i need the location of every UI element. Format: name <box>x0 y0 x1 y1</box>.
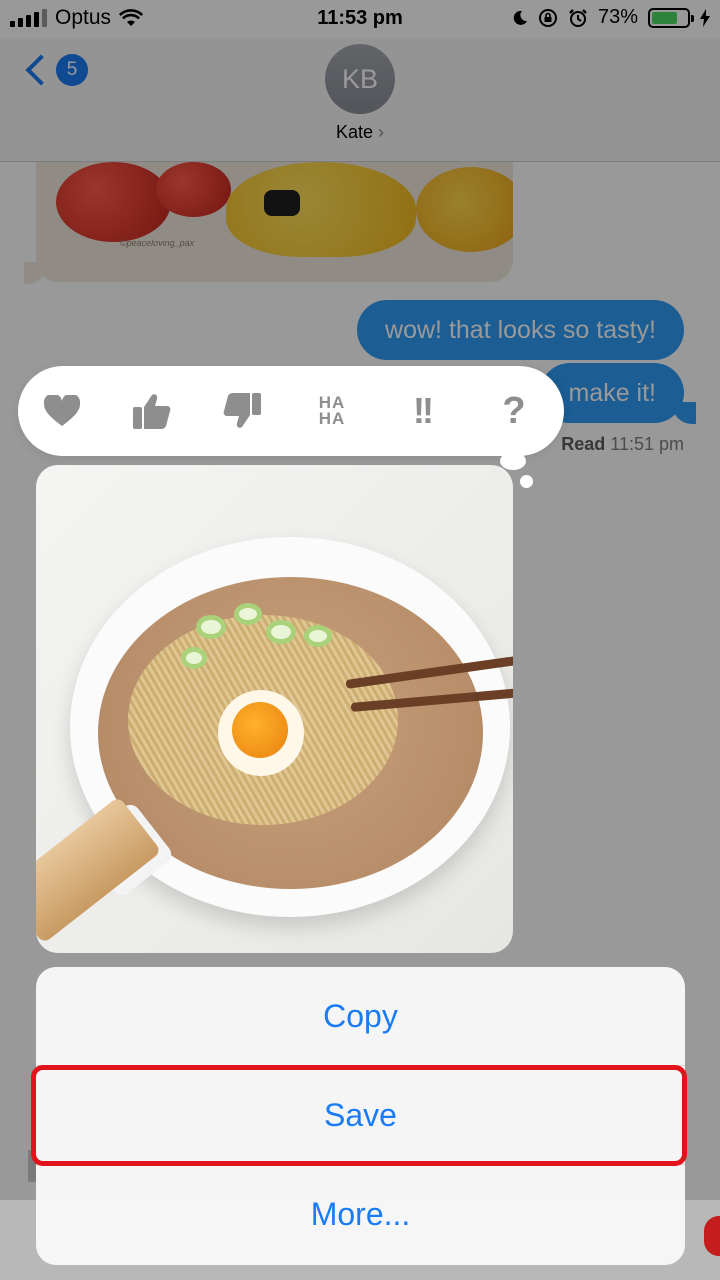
app-button-peek <box>704 1216 720 1256</box>
question-icon: ? <box>502 389 526 432</box>
thumbs-down-icon <box>223 393 261 428</box>
heart-icon <box>44 395 80 426</box>
scallion-shape <box>181 647 207 669</box>
scallion-shape <box>266 620 296 644</box>
thumbs-up-icon <box>133 394 171 429</box>
reaction-question[interactable]: ? <box>484 366 544 456</box>
reaction-heart[interactable] <box>32 366 92 456</box>
tapback-dot <box>500 452 526 470</box>
more-button[interactable]: More... <box>36 1165 685 1264</box>
camera-button-peek <box>28 1150 36 1182</box>
action-menu: Copy Save More... <box>36 967 685 1265</box>
exclamation-icon: !! <box>413 390 434 431</box>
messages-screen: Optus 11:53 pm 73% 5 KB Kate › ©peacelov… <box>0 0 720 1280</box>
scallion-shape <box>304 625 332 647</box>
yolk-shape <box>232 702 288 758</box>
selected-photo-ramen[interactable] <box>36 465 513 953</box>
save-button[interactable]: Save <box>36 1066 685 1165</box>
tapback-dot <box>520 475 533 488</box>
reaction-thumbs-up[interactable] <box>122 366 182 456</box>
egg-shape <box>218 690 304 776</box>
scallion-shape <box>196 615 226 639</box>
tapback-bar: HA HA !! ? <box>18 366 564 456</box>
reaction-haha[interactable]: HA HA <box>302 366 362 456</box>
reaction-thumbs-down[interactable] <box>212 366 272 456</box>
copy-button[interactable]: Copy <box>36 967 685 1066</box>
haha-bottom: HA <box>318 409 346 428</box>
reaction-emphasize[interactable]: !! <box>392 366 452 456</box>
scallion-shape <box>234 603 262 625</box>
haha-icon: HA HA <box>318 394 346 428</box>
